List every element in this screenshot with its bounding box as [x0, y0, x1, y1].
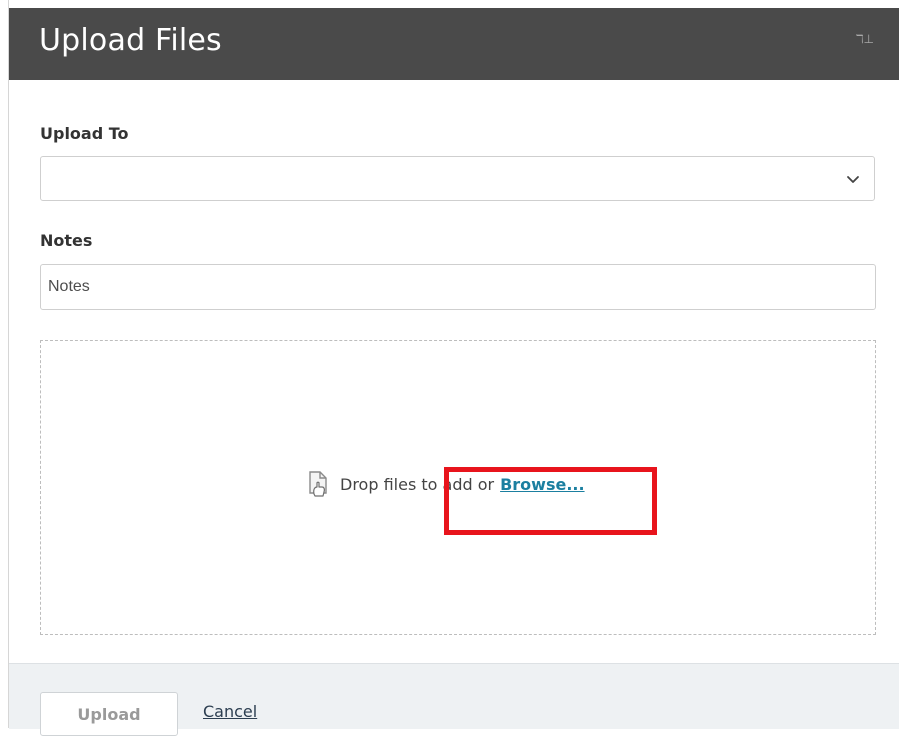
chevron-down-icon: [847, 176, 859, 183]
upload-button[interactable]: Upload: [40, 692, 178, 736]
file-upload-icon: [309, 471, 327, 497]
browse-link[interactable]: Browse...: [500, 475, 584, 494]
dropzone-text: Drop files to add or: [340, 474, 495, 494]
notes-label: Notes: [40, 231, 93, 250]
file-dropzone[interactable]: Drop files to add or Browse...: [40, 340, 876, 635]
dropzone-message: Drop files to add or Browse...: [306, 469, 585, 499]
dialog-header: Upload Files ℸ⊥: [9, 8, 899, 80]
panel-icon[interactable]: ℸ⊥: [856, 32, 874, 46]
upload-files-dialog: Upload Files ℸ⊥ Upload To Notes Drop fil…: [8, 0, 899, 736]
cancel-link[interactable]: Cancel: [203, 702, 257, 721]
dialog-title: Upload Files: [39, 23, 222, 58]
dialog-footer: Upload Cancel: [9, 663, 899, 736]
page-left-edge: [0, 0, 8, 728]
upload-to-label: Upload To: [40, 124, 129, 143]
upload-to-select[interactable]: [40, 156, 875, 201]
notes-input[interactable]: [40, 264, 876, 310]
